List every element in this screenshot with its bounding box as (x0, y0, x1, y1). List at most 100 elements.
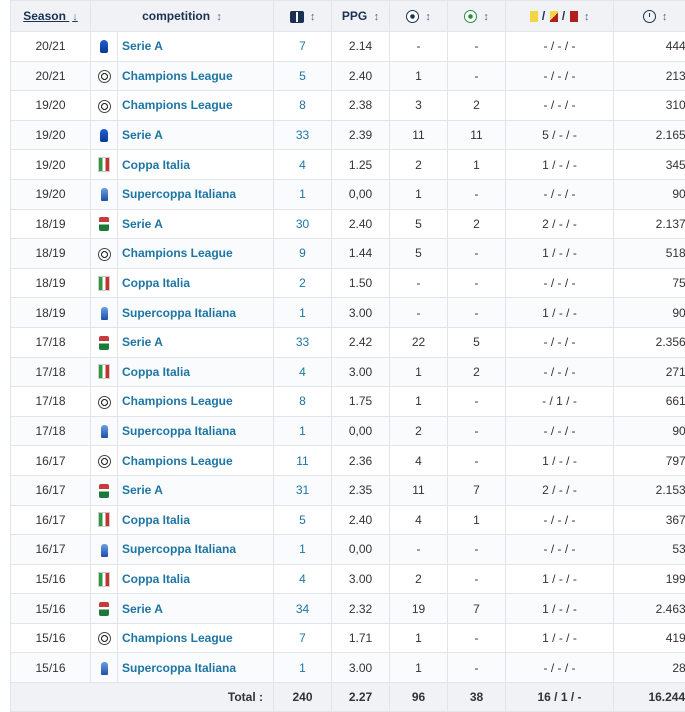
sort-icon[interactable]: ↕ (425, 11, 431, 23)
competition-logo-cell[interactable] (91, 120, 118, 150)
competition-logo-cell[interactable] (91, 653, 118, 683)
appearances-link[interactable]: 4 (299, 572, 306, 586)
competition-logo-cell[interactable] (91, 179, 118, 209)
competition-link[interactable]: Coppa Italia (122, 276, 190, 290)
appearances-link[interactable]: 9 (299, 246, 306, 260)
competition-header-label[interactable]: competition (142, 9, 210, 23)
goals-header[interactable]: ↕ (390, 1, 448, 32)
serie-a-old-icon[interactable] (99, 336, 109, 350)
serie-a-icon[interactable] (100, 40, 108, 53)
coppa-italia-icon[interactable] (98, 512, 110, 527)
competition-link[interactable]: Supercoppa Italiana (122, 424, 236, 438)
appearances-link[interactable]: 5 (299, 513, 306, 527)
competition-logo-cell[interactable] (91, 209, 118, 239)
competition-logo-cell[interactable] (91, 564, 118, 594)
competition-link[interactable]: Champions League (122, 631, 233, 645)
appearances-link[interactable]: 33 (296, 128, 309, 142)
competition-link[interactable]: Champions League (122, 454, 233, 468)
competition-link[interactable]: Serie A (122, 483, 163, 497)
champions-league-icon[interactable] (98, 248, 111, 261)
appearances-link[interactable]: 5 (299, 69, 306, 83)
sort-desc-icon[interactable]: ↓ (72, 11, 78, 23)
competition-link[interactable]: Coppa Italia (122, 572, 190, 586)
competition-logo-cell[interactable] (91, 416, 118, 446)
competition-link[interactable]: Champions League (122, 98, 233, 112)
cards-header[interactable]: / / ↕ (506, 1, 614, 32)
competition-link[interactable]: Supercoppa Italiana (122, 187, 236, 201)
coppa-italia-icon[interactable] (98, 157, 110, 172)
serie-a-old-icon[interactable] (99, 602, 109, 616)
sort-icon[interactable]: ↕ (662, 11, 668, 23)
sort-icon[interactable]: ↕ (310, 11, 316, 23)
appearances-link[interactable]: 11 (296, 454, 308, 468)
competition-logo-cell[interactable] (91, 505, 118, 535)
competition-link[interactable]: Coppa Italia (122, 365, 190, 379)
competition-link[interactable]: Serie A (122, 217, 163, 231)
appearances-link[interactable]: 8 (299, 394, 306, 408)
appearances-link[interactable]: 30 (296, 217, 309, 231)
competition-logo-cell[interactable] (91, 535, 118, 565)
competition-link[interactable]: Supercoppa Italiana (122, 661, 236, 675)
competition-logo-cell[interactable] (91, 239, 118, 269)
competition-logo-cell[interactable] (91, 91, 118, 121)
supercoppa-icon[interactable] (101, 425, 108, 438)
competition-link[interactable]: Coppa Italia (122, 158, 190, 172)
season-header[interactable]: Season ↓ (11, 1, 91, 32)
serie-a-icon[interactable] (100, 129, 108, 142)
appearances-link[interactable]: 33 (296, 335, 309, 349)
appearances-link[interactable]: 1 (299, 661, 306, 675)
competition-logo-cell[interactable] (91, 268, 118, 298)
supercoppa-icon[interactable] (101, 662, 108, 675)
appearances-link[interactable]: 4 (299, 158, 306, 172)
serie-a-old-icon[interactable] (99, 484, 109, 498)
assists-header[interactable]: ↕ (448, 1, 506, 32)
appearances-link[interactable]: 1 (299, 542, 306, 556)
sort-icon[interactable]: ↕ (483, 11, 489, 23)
competition-logo-cell[interactable] (91, 32, 118, 62)
competition-logo-cell[interactable] (91, 594, 118, 624)
champions-league-icon[interactable] (98, 100, 111, 113)
competition-logo-cell[interactable] (91, 357, 118, 387)
season-header-label[interactable]: Season (23, 9, 66, 23)
champions-league-icon[interactable] (98, 455, 111, 468)
competition-link[interactable]: Serie A (122, 602, 163, 616)
appearances-header[interactable]: ↕ (274, 1, 332, 32)
competition-logo-cell[interactable] (91, 387, 118, 417)
sort-icon[interactable]: ↕ (374, 11, 380, 23)
appearances-link[interactable]: 2 (299, 276, 306, 290)
appearances-link[interactable]: 7 (299, 631, 306, 645)
appearances-link[interactable]: 31 (296, 483, 309, 497)
competition-link[interactable]: Coppa Italia (122, 513, 190, 527)
ppg-header-label[interactable]: PPG (342, 9, 367, 23)
minutes-header[interactable]: ↕ (614, 1, 685, 32)
coppa-italia-icon[interactable] (98, 364, 110, 379)
supercoppa-icon[interactable] (101, 544, 108, 557)
competition-logo-cell[interactable] (91, 298, 118, 328)
competition-link[interactable]: Supercoppa Italiana (122, 306, 236, 320)
competition-link[interactable]: Champions League (122, 69, 233, 83)
serie-a-old-icon[interactable] (99, 217, 109, 231)
coppa-italia-icon[interactable] (98, 572, 110, 587)
competition-logo-cell[interactable] (91, 446, 118, 476)
coppa-italia-icon[interactable] (98, 276, 110, 291)
appearances-link[interactable]: 1 (299, 306, 306, 320)
appearances-link[interactable]: 4 (299, 365, 306, 379)
appearances-link[interactable]: 8 (299, 98, 306, 112)
competition-logo-cell[interactable] (91, 327, 118, 357)
competition-link[interactable]: Champions League (122, 394, 233, 408)
competition-logo-cell[interactable] (91, 150, 118, 180)
supercoppa-icon[interactable] (101, 307, 108, 320)
competition-link[interactable]: Champions League (122, 246, 233, 260)
competition-link[interactable]: Serie A (122, 335, 163, 349)
appearances-link[interactable]: 34 (296, 602, 309, 616)
competition-link[interactable]: Supercoppa Italiana (122, 542, 236, 556)
competition-logo-cell[interactable] (91, 61, 118, 91)
ppg-header[interactable]: PPG ↕ (332, 1, 390, 32)
appearances-link[interactable]: 7 (299, 39, 306, 53)
champions-league-icon[interactable] (98, 396, 111, 409)
champions-league-icon[interactable] (98, 70, 111, 83)
champions-league-icon[interactable] (98, 632, 111, 645)
competition-header[interactable]: competition ↕ (91, 1, 274, 32)
appearances-link[interactable]: 1 (299, 424, 306, 438)
supercoppa-icon[interactable] (101, 188, 108, 201)
